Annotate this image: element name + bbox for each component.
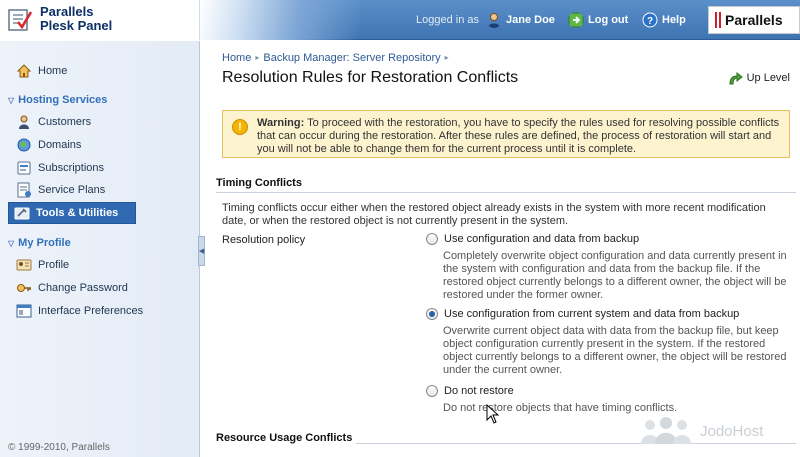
option-use-current-config-description: Overwrite current object data with data … — [443, 325, 787, 376]
collapse-triangle-icon: ▽ — [8, 95, 15, 105]
service-plans-icon — [17, 182, 31, 198]
sidebar-item-domains[interactable]: Domains — [16, 135, 81, 155]
logout-link[interactable]: Log out — [568, 11, 628, 29]
help-link[interactable]: ? Help — [642, 11, 686, 29]
radio-use-backup[interactable] — [426, 233, 438, 245]
section-hosting-services[interactable]: ▽ Hosting Services — [8, 94, 107, 106]
breadcrumb-separator-icon: ▸ — [444, 53, 449, 62]
sidebar-item-interface-preferences[interactable]: Interface Preferences — [16, 301, 143, 321]
sidebar-item-profile[interactable]: Profile — [16, 255, 69, 275]
mouse-cursor-icon — [486, 404, 500, 424]
top-header: Parallels Plesk Panel Logged in as Jane … — [0, 0, 800, 40]
option-use-backup[interactable]: Use configuration and data from backup — [426, 233, 639, 245]
sidebar-item-change-password[interactable]: Change Password — [16, 278, 128, 298]
radio-use-current-config[interactable] — [426, 308, 438, 320]
option-do-not-restore[interactable]: Do not restore — [426, 385, 514, 397]
warning-text: To proceed with the restoration, you hav… — [257, 117, 780, 155]
user-icon — [488, 13, 500, 28]
resource-usage-conflicts-title: Resource Usage Conflicts — [216, 432, 353, 444]
logo-line1: Parallels — [40, 4, 94, 19]
header-wave-decoration — [200, 0, 360, 40]
sidebar-item-subscriptions[interactable]: Subscriptions — [16, 158, 104, 178]
breadcrumb: Home ▸ Backup Manager: Server Repository… — [222, 52, 449, 64]
tools-icon — [14, 207, 30, 220]
interface-preferences-icon — [16, 304, 32, 318]
customers-icon — [19, 115, 29, 129]
logo[interactable]: Parallels Plesk Panel — [0, 0, 200, 40]
domains-icon — [17, 138, 31, 152]
parallels-brand[interactable]: Parallels — [708, 6, 800, 34]
up-level-icon — [729, 71, 743, 85]
plesk-logo-icon — [8, 9, 32, 31]
subscriptions-icon — [17, 161, 31, 175]
logout-icon — [568, 12, 584, 28]
breadcrumb-home[interactable]: Home — [222, 52, 251, 64]
section-my-profile[interactable]: ▽ My Profile — [8, 237, 71, 249]
up-level-link[interactable]: Up Level — [727, 70, 790, 86]
timing-conflicts-description: Timing conflicts occur either when the r… — [222, 202, 766, 227]
sidebar: Home ▽ Hosting Services Customers Domain… — [0, 41, 200, 457]
warning-label: Warning: — [257, 117, 305, 129]
warning-box: ! Warning: To proceed with the restorati… — [222, 110, 790, 158]
collapse-left-icon: ◀ — [198, 248, 205, 255]
section-divider — [216, 192, 796, 193]
option-use-current-config[interactable]: Use configuration from current system an… — [426, 308, 739, 320]
collapse-triangle-icon: ▽ — [8, 238, 15, 248]
logo-text: Parallels Plesk Panel — [40, 5, 112, 33]
sidebar-item-tools-utilities[interactable]: Tools & Utilities — [8, 202, 136, 224]
resolution-policy-label: Resolution policy — [222, 234, 306, 246]
option-use-backup-description: Completely overwrite object configuratio… — [443, 250, 787, 301]
page-title: Resolution Rules for Restoration Conflic… — [222, 69, 519, 86]
home-icon — [16, 64, 32, 78]
help-icon: ? — [642, 12, 658, 28]
warning-icon: ! — [232, 119, 248, 135]
sidebar-collapse-handle[interactable]: ◀ — [198, 236, 205, 266]
copyright: © 1999-2010, Parallels — [8, 442, 110, 453]
key-icon — [17, 284, 31, 292]
breadcrumb-separator-icon: ▸ — [255, 53, 260, 62]
logged-in-label: Logged in as — [416, 14, 479, 26]
watermark: JodoHost — [638, 416, 763, 446]
user-name-link[interactable]: Jane Doe — [486, 11, 555, 29]
radio-do-not-restore[interactable] — [426, 385, 438, 397]
sidebar-item-customers[interactable]: Customers — [16, 112, 91, 132]
timing-conflicts-title: Timing Conflicts — [216, 177, 302, 189]
sidebar-item-service-plans[interactable]: Service Plans — [16, 180, 105, 200]
parallels-bars-icon — [715, 12, 721, 28]
sidebar-item-home[interactable]: Home — [16, 61, 67, 81]
watermark-people-icon — [641, 417, 691, 444]
logo-line2: Plesk Panel — [40, 18, 113, 33]
breadcrumb-backup-manager[interactable]: Backup Manager: Server Repository — [263, 52, 440, 64]
main-content: Home ▸ Backup Manager: Server Repository… — [206, 41, 800, 457]
profile-icon — [16, 259, 32, 271]
svg-text:?: ? — [647, 16, 653, 27]
